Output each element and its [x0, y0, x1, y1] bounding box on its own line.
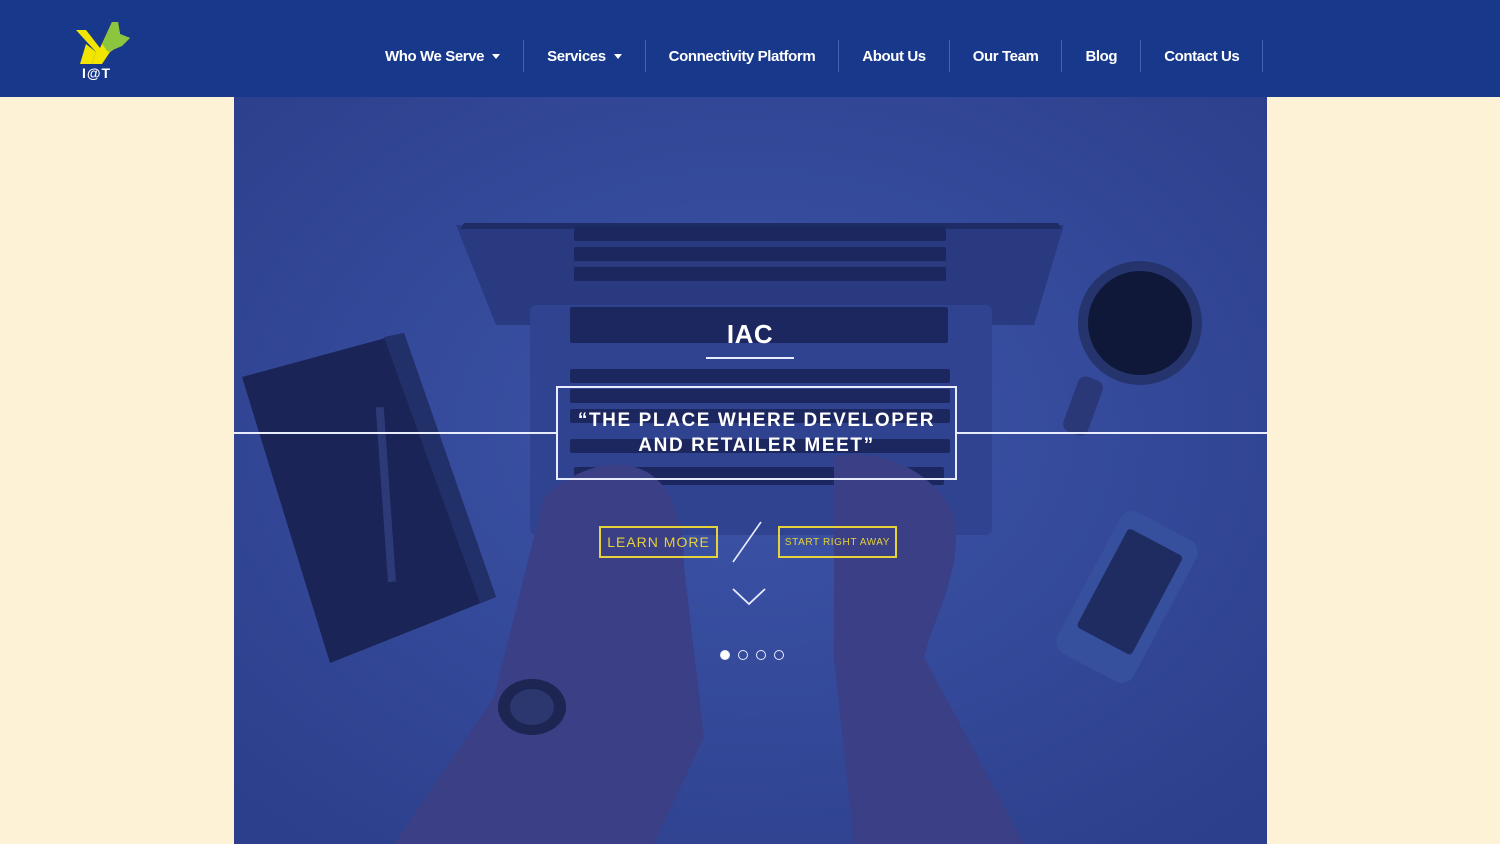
- tagline-text: “THE PLACE WHERE DEVELOPER AND RETAILER …: [577, 410, 936, 456]
- divider-line-left: [234, 432, 556, 434]
- nav-label: Services: [547, 47, 606, 65]
- nav-label: Contact Us: [1164, 47, 1240, 65]
- nav-label: Who We Serve: [385, 47, 485, 65]
- nav-who-we-serve[interactable]: Who We Serve: [362, 40, 525, 72]
- nav-blog[interactable]: Blog: [1062, 40, 1142, 72]
- nav-services[interactable]: Services: [524, 40, 646, 72]
- nav-label: About Us: [862, 47, 926, 65]
- caret-down-icon: [613, 53, 622, 59]
- nav-label: Connectivity Platform: [668, 47, 816, 65]
- nav-our-team[interactable]: Our Team: [950, 40, 1063, 72]
- slash-divider-icon: [732, 521, 762, 563]
- site-header: I@T Who We Serve Services Connectivity P…: [0, 0, 1500, 97]
- nav-label: Blog: [1085, 47, 1118, 65]
- slide-dot-4[interactable]: [774, 650, 784, 660]
- hero-slider: IAC “THE PLACE WHERE DEVELOPER AND RETAI…: [234, 97, 1267, 844]
- slide-dot-2[interactable]: [738, 650, 748, 660]
- tagline-box: “THE PLACE WHERE DEVELOPER AND RETAILER …: [556, 386, 957, 480]
- title-underline: [706, 357, 794, 359]
- nav-label: Our Team: [972, 47, 1039, 65]
- slide-dot-1[interactable]: [720, 650, 730, 660]
- main-nav: Who We Serve Services Connectivity Platf…: [362, 40, 1264, 72]
- hero-title: IAC: [726, 319, 774, 349]
- nav-contact-us[interactable]: Contact Us: [1141, 40, 1264, 72]
- slider-pagination: [720, 650, 784, 660]
- caret-down-icon: [492, 53, 501, 59]
- start-right-away-button[interactable]: START RIGHT AWAY: [778, 526, 897, 558]
- nav-about-us[interactable]: About Us: [839, 40, 950, 72]
- divider-line-right: [955, 432, 1267, 434]
- slide-dot-3[interactable]: [756, 650, 766, 660]
- logo-text: I@T: [82, 65, 112, 81]
- learn-more-button[interactable]: LEARN MORE: [599, 526, 718, 558]
- nav-connectivity-platform[interactable]: Connectivity Platform: [646, 40, 840, 72]
- chevron-down-icon[interactable]: [731, 587, 767, 607]
